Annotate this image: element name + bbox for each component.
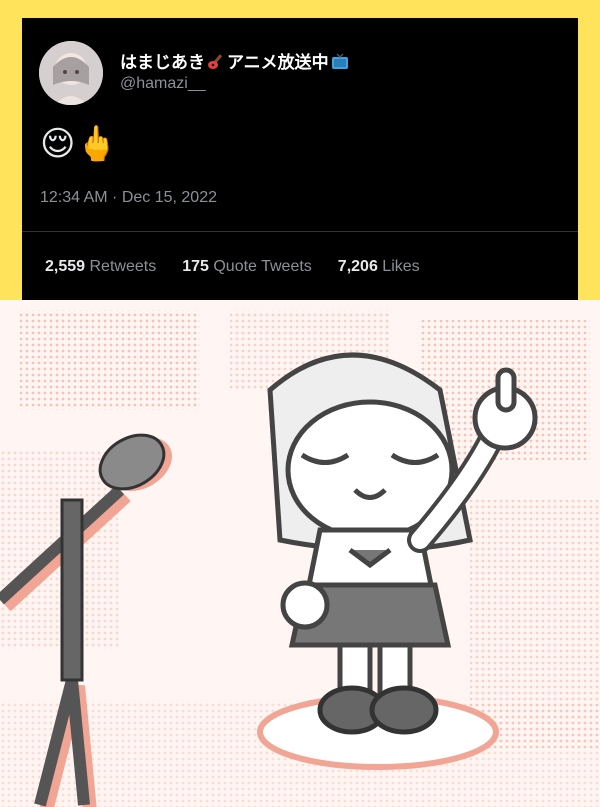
tweet-card: はまじあき アニメ放送中 @hamazi__ 😌🖕 12:34 AM · Dec… [22, 18, 578, 300]
display-name-suffix: アニメ放送中 [227, 53, 329, 72]
display-name[interactable]: はまじあき アニメ放送中 [120, 48, 349, 76]
retweets-count: 2,559 [45, 258, 86, 275]
middle-finger-emoji: 🖕 [75, 124, 118, 164]
username-handle[interactable]: @hamazi__ [120, 75, 206, 93]
quote-tweets-stat[interactable]: 175 Quote Tweets [182, 258, 312, 276]
divider [22, 231, 578, 232]
tv-emoji-icon [331, 53, 349, 76]
retweets-label: Retweets [89, 258, 157, 275]
tweet-timestamp[interactable]: 12:34 AM · Dec 15, 2022 [40, 189, 217, 207]
quote-tweets-label: Quote Tweets [213, 258, 312, 275]
engagement-stats: 2,559 Retweets 175 Quote Tweets 7,206 Li… [45, 258, 420, 276]
guitar-emoji-icon [207, 53, 225, 76]
display-name-text: はまじあき [120, 53, 205, 72]
manga-illustration [0, 300, 600, 807]
avatar[interactable] [39, 41, 103, 105]
relieved-face-emoji: 😌 [40, 124, 76, 164]
likes-stat[interactable]: 7,206 Likes [338, 258, 420, 276]
likes-label: Likes [382, 258, 420, 275]
tweet-body: 😌🖕 [40, 124, 118, 164]
retweets-stat[interactable]: 2,559 Retweets [45, 258, 156, 276]
likes-count: 7,206 [337, 258, 378, 275]
quote-tweets-count: 175 [182, 258, 209, 275]
